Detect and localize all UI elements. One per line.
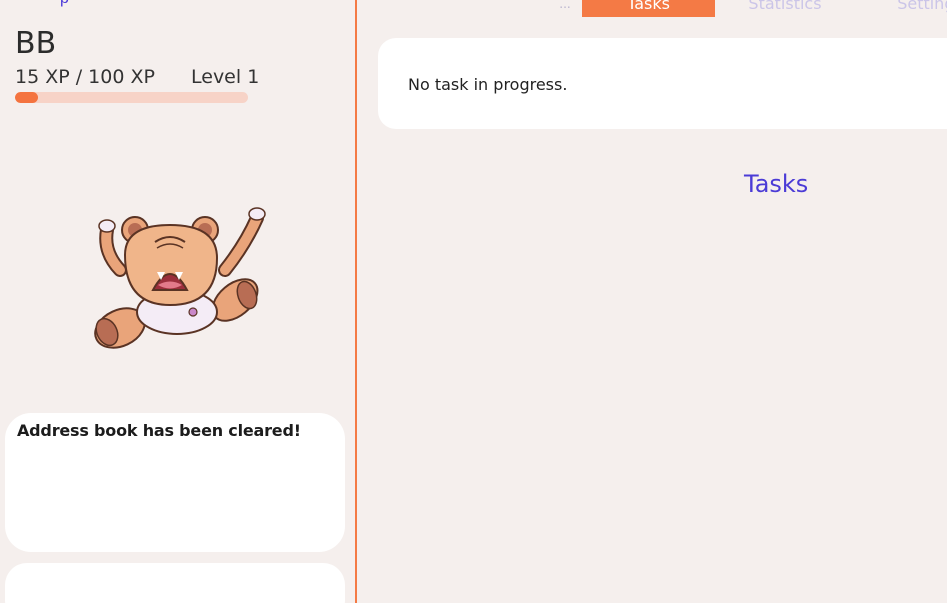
message-box: Address book has been cleared! [5,413,345,552]
xp-progress-fill [15,92,39,103]
tab-tasks[interactable]: Tasks [582,0,715,17]
pet-name: BB [15,26,57,61]
tasks-heading: Tasks [744,170,809,198]
pet-panel: p BB 15 XP / 100 XP Level 1 [0,0,355,603]
xp-progress-bar [15,92,248,103]
level-text: Level 1 [191,66,260,88]
panel-divider [355,0,357,603]
tab-more[interactable]: ... [555,0,575,17]
message-text: Address book has been cleared! [17,421,301,440]
clipped-header-text: p [60,0,69,8]
tab-settings[interactable]: Settings [875,0,947,17]
command-input[interactable] [5,563,345,603]
tab-bar: ... Tasks Statistics Settings [360,0,947,17]
tab-statistics[interactable]: Statistics [730,0,840,17]
xp-text: 15 XP / 100 XP [15,66,155,88]
angry-bear-icon [94,207,266,349]
task-status-text: No task in progress. [408,75,568,94]
current-task-card: No task in progress. [378,38,947,129]
